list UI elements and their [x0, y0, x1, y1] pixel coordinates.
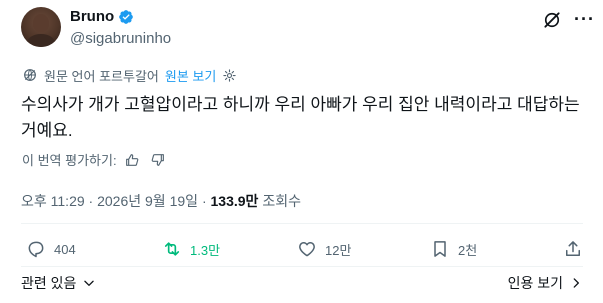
heart-icon: [299, 242, 315, 257]
tweet-text: 수의사가 개가 고혈압이라고 하니까 우리 아빠가 우리 집안 내력이라고 대답…: [21, 95, 580, 140]
globe-icon: [24, 69, 36, 81]
like-button[interactable]: 12만: [297, 234, 351, 264]
bookmark-icon: [434, 241, 446, 257]
reply-count: 404: [54, 241, 76, 257]
thumbs-down-icon[interactable]: [150, 152, 166, 168]
bookmark-button[interactable]: 2천: [430, 234, 477, 264]
related-label: 관련 있음: [21, 275, 77, 291]
repost-count: 1.3만: [190, 242, 221, 258]
separator: ·: [201, 193, 211, 209]
bookmark-count: 2천: [458, 242, 478, 258]
tweet-date[interactable]: 2026년 9월 19일: [97, 193, 198, 209]
separator: ·: [88, 193, 98, 209]
settings-icon[interactable]: [222, 68, 237, 83]
tweet-time[interactable]: 오후 11:29: [21, 193, 85, 209]
author-name[interactable]: Bruno: [70, 8, 114, 25]
chevron-down-icon: [84, 280, 95, 286]
chevron-right-icon: [573, 278, 579, 288]
rate-label: 이 번역 평가하기:: [22, 153, 117, 168]
avatar[interactable]: [21, 7, 61, 47]
divider: [21, 266, 583, 267]
quotes-label: 인용 보기: [507, 275, 563, 291]
reply-button[interactable]: 404: [26, 234, 76, 264]
view-quotes-link[interactable]: 인용 보기: [508, 273, 583, 293]
more-options-icon[interactable]: ···: [574, 9, 595, 30]
author-handle[interactable]: @sigabruninho: [70, 30, 171, 47]
translation-row: 원문 언어 포르투갈어 원본 보기: [22, 66, 237, 84]
action-bar: 404 1.3만 12만 2천: [21, 234, 583, 264]
related-toggle[interactable]: 관련 있음: [21, 273, 96, 293]
translation-label: 원문 언어 포르투갈어: [44, 68, 159, 84]
share-button[interactable]: [563, 234, 591, 264]
repost-button[interactable]: 1.3만: [162, 234, 220, 264]
grok-icon[interactable]: [542, 10, 562, 30]
show-original-link[interactable]: 원본 보기: [165, 66, 216, 85]
divider: [21, 223, 583, 224]
reply-icon: [28, 241, 44, 258]
like-count: 12만: [325, 242, 352, 258]
views-count: 133.9만: [210, 193, 259, 209]
share-icon: [566, 241, 580, 256]
verified-badge-icon: [119, 10, 133, 24]
rate-translation-row: 이 번역 평가하기:: [22, 150, 166, 169]
views-label: 조회수: [262, 193, 301, 209]
repost-icon: [164, 242, 180, 256]
tweet-meta: 오후 11:29 · 2026년 9월 19일 · 133.9만 조회수: [21, 191, 301, 211]
thumbs-up-icon[interactable]: [124, 152, 140, 168]
